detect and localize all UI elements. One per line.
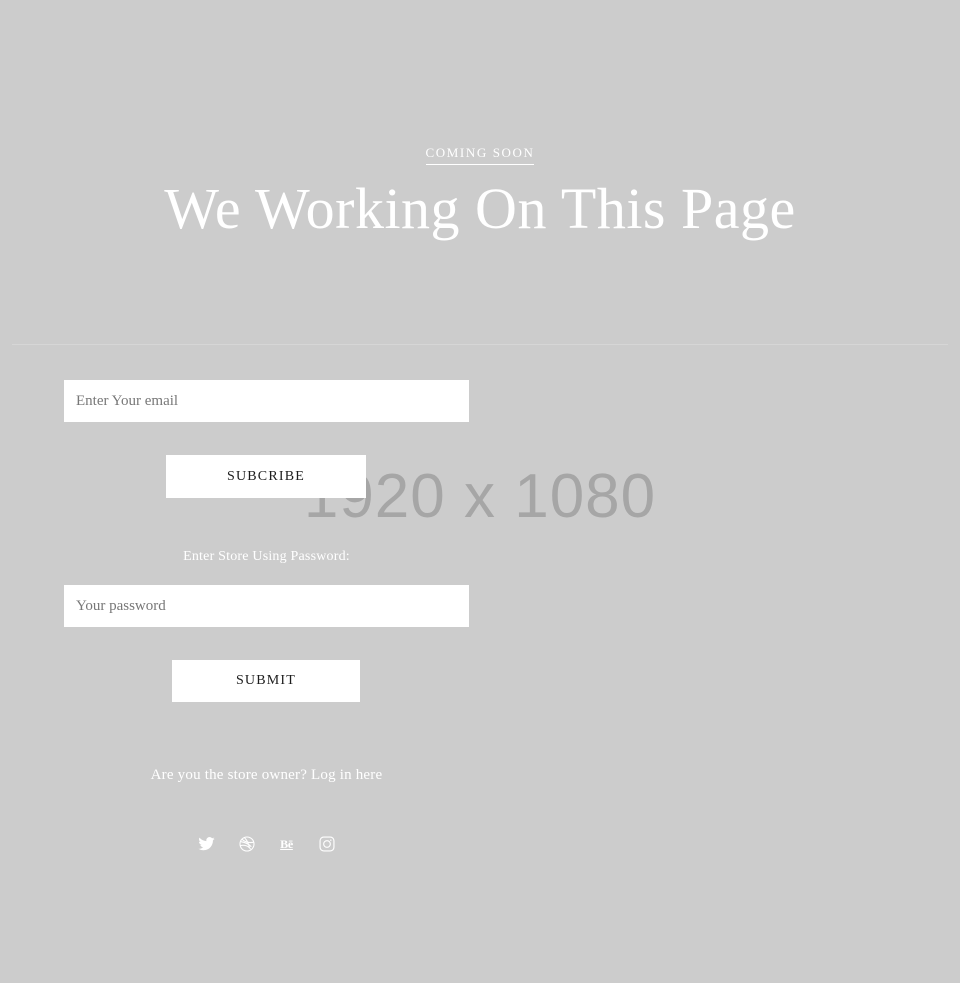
dribbble-icon[interactable]	[238, 835, 256, 853]
social-links: Bē	[64, 835, 469, 853]
page-title: We Working On This Page	[164, 176, 796, 241]
image-placeholder-watermark: 1920 x 1080	[303, 462, 657, 531]
coming-soon-eyebrow: COMING SOON	[425, 145, 535, 165]
behance-icon[interactable]: Bē	[278, 835, 296, 853]
behance-glyph: Bē	[280, 837, 293, 851]
store-owner-line: Are you the store owner? Log in here	[64, 767, 469, 784]
subscribe-button[interactable]: SUBCRIBE	[166, 455, 366, 498]
submit-button[interactable]: SUBMIT	[172, 660, 360, 702]
password-section-label: Enter Store Using Password:	[183, 549, 350, 564]
eyebrow-wrapper: COMING SOON	[0, 145, 960, 165]
hero-section: COMING SOON We Working On This Page	[0, 0, 960, 340]
password-input[interactable]	[64, 585, 469, 627]
email-input[interactable]	[64, 380, 469, 422]
section-divider	[12, 344, 948, 345]
instagram-icon[interactable]	[318, 835, 336, 853]
store-owner-login-link[interactable]: Are you the store owner? Log in here	[151, 767, 383, 783]
twitter-icon[interactable]	[198, 835, 216, 853]
coming-soon-page: { "page": { "background_color": "#cccccc…	[0, 0, 960, 983]
